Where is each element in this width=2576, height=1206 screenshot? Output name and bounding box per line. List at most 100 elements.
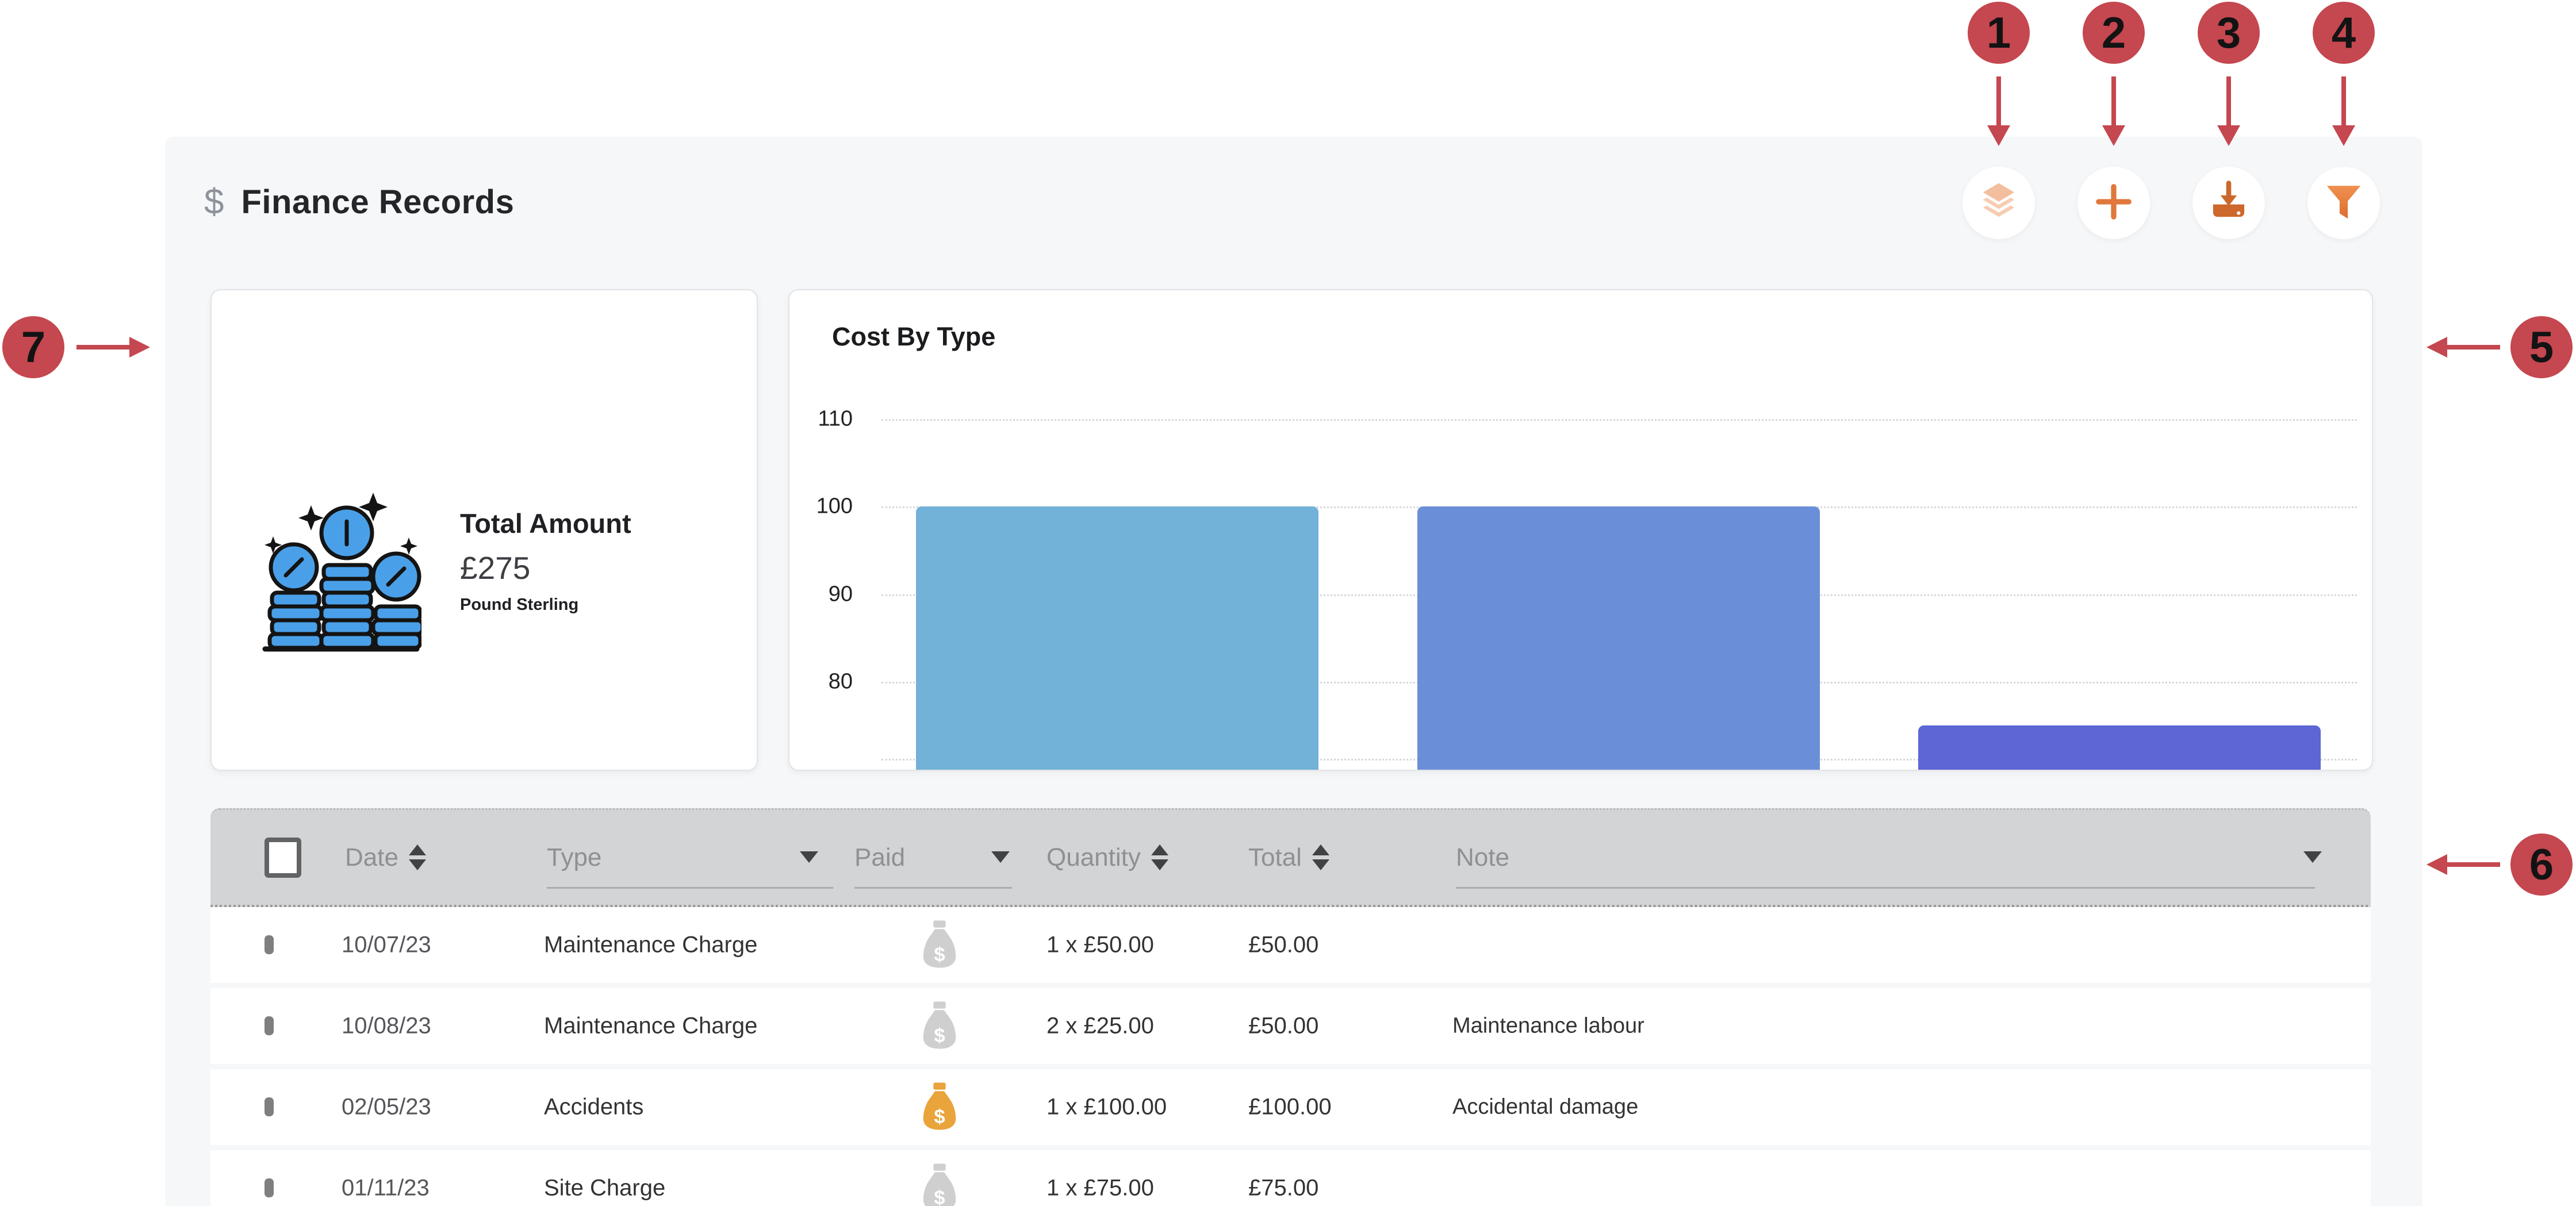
- column-header-date[interactable]: Date: [345, 843, 426, 872]
- y-tick-label: 90: [812, 582, 853, 606]
- column-header-note[interactable]: Note: [1456, 843, 1509, 872]
- table-row[interactable]: 01/11/23 Site Charge $ 1 x £75.00 £75.00: [210, 1150, 2371, 1206]
- annotation-badge-1: 1: [1968, 2, 2030, 64]
- cell-total: £50.00: [1248, 1013, 1318, 1039]
- annotation-badge-3: 3: [2198, 2, 2260, 64]
- table-row[interactable]: 02/05/23 Accidents $ 1 x £100.00 £100.00…: [210, 1069, 2371, 1145]
- add-record-button[interactable]: [2077, 167, 2150, 239]
- sort-icon: [1312, 844, 1329, 870]
- y-tick-label: 80: [812, 670, 853, 694]
- cell-date: 10/08/23: [342, 1013, 431, 1039]
- cell-type: Maintenance Charge: [544, 932, 757, 958]
- type-filter-dropdown-icon[interactable]: [800, 851, 818, 863]
- annotation-badge-6: 6: [2510, 834, 2573, 896]
- cell-total: £50.00: [1248, 932, 1318, 958]
- cell-total: £100.00: [1248, 1094, 1332, 1120]
- note-column-label: Note: [1456, 843, 1509, 872]
- paid-filter-underline: [854, 887, 1012, 889]
- cell-note: Accidental damage: [1452, 1095, 1638, 1120]
- bar-site-charge: [1918, 725, 2321, 770]
- filter-button[interactable]: [2307, 167, 2380, 239]
- plus-icon: [2092, 180, 2135, 226]
- arrow-head-icon: [2426, 337, 2447, 358]
- arrow-head-icon: [2426, 854, 2447, 875]
- checkbox-icon: [264, 1016, 274, 1035]
- arrow-head-icon: [129, 337, 150, 358]
- annotation-badge-2: 2: [2083, 2, 2145, 64]
- table-row[interactable]: 10/07/23 Maintenance Charge $ 1 x £50.00…: [210, 907, 2371, 983]
- layers-icon: [1977, 180, 2020, 226]
- column-header-quantity[interactable]: Quantity: [1046, 843, 1168, 872]
- annotation-arrow-2: [2111, 76, 2116, 127]
- svg-text:$: $: [934, 1106, 945, 1128]
- coin-stacks-icon: [260, 480, 421, 655]
- paid-filter-dropdown-icon[interactable]: [991, 851, 1010, 863]
- arrow-head-icon: [2217, 125, 2240, 146]
- total-amount-label: Total Amount: [460, 508, 631, 539]
- cell-quantity: 2 x £25.00: [1046, 1013, 1154, 1039]
- svg-text:$: $: [934, 944, 945, 966]
- annotation-arrow-7: [76, 345, 129, 349]
- total-amount-card: Total Amount £275 Pound Sterling: [210, 289, 758, 771]
- table-header-row: Date Type Paid Quantity Total Note: [210, 808, 2371, 907]
- cost-by-type-chart: Cost By Type 110 100 90 80: [788, 289, 2373, 771]
- column-header-paid[interactable]: Paid: [854, 843, 905, 872]
- layers-button[interactable]: [1962, 167, 2035, 239]
- date-column-label: Date: [345, 843, 398, 872]
- annotation-arrow-1: [1996, 76, 2001, 127]
- page-title: Finance Records: [241, 183, 514, 221]
- annotation-badge-5: 5: [2510, 316, 2573, 378]
- annotation-arrow-3: [2226, 76, 2231, 127]
- checkbox-icon: [264, 838, 301, 878]
- svg-text:$: $: [934, 1025, 945, 1047]
- column-header-type[interactable]: Type: [547, 843, 601, 872]
- note-filter-underline: [1456, 887, 2315, 889]
- annotation-arrow-4: [2341, 76, 2346, 127]
- bar-maintenance-charge: [916, 506, 1318, 770]
- arrow-head-icon: [1987, 125, 2010, 146]
- cell-type: Maintenance Charge: [544, 1013, 757, 1039]
- cell-total: £75.00: [1248, 1176, 1318, 1201]
- total-amount-value: £275: [460, 550, 631, 586]
- download-icon: [2207, 180, 2250, 226]
- finance-records-page: $ Finance Records: [0, 0, 2576, 1206]
- cell-quantity: 1 x £50.00: [1046, 932, 1154, 958]
- row-checkbox[interactable]: [264, 1102, 274, 1112]
- y-tick-label: 100: [812, 494, 853, 519]
- annotation-badge-7: 7: [2, 316, 64, 378]
- annotation-arrow-5: [2447, 345, 2500, 349]
- cell-date: 01/11/23: [342, 1176, 430, 1201]
- dollar-sign-icon: $: [204, 185, 224, 220]
- money-bag-icon: $: [921, 1082, 958, 1132]
- page-header: $ Finance Records: [204, 183, 514, 221]
- money-bag-icon: $: [921, 920, 958, 970]
- row-checkbox[interactable]: [264, 1183, 274, 1193]
- table-row[interactable]: 10/08/23 Maintenance Charge $ 2 x £25.00…: [210, 988, 2371, 1064]
- note-filter-dropdown-icon[interactable]: [2303, 851, 2322, 863]
- cell-type: Site Charge: [544, 1176, 665, 1201]
- y-tick-label: 110: [812, 406, 853, 431]
- cell-note: Maintenance labour: [1452, 1014, 1644, 1039]
- filter-icon: [2322, 180, 2365, 226]
- finance-table: Date Type Paid Quantity Total Note: [210, 808, 2371, 1206]
- type-filter-underline: [547, 887, 833, 889]
- chart-title: Cost By Type: [832, 322, 995, 352]
- sort-icon: [409, 844, 426, 870]
- quantity-column-label: Quantity: [1046, 843, 1141, 872]
- annotation-badge-4: 4: [2313, 2, 2375, 64]
- cell-quantity: 1 x £75.00: [1046, 1176, 1154, 1201]
- column-header-total[interactable]: Total: [1248, 843, 1329, 872]
- paid-column-label: Paid: [854, 843, 905, 872]
- currency-label: Pound Sterling: [460, 596, 631, 614]
- money-bag-icon: $: [921, 1163, 958, 1206]
- svg-text:$: $: [934, 1187, 945, 1206]
- select-all-checkbox[interactable]: [264, 838, 301, 878]
- bar-accidents: [1417, 506, 1820, 770]
- cell-type: Accidents: [544, 1094, 643, 1120]
- checkbox-icon: [264, 1178, 274, 1197]
- total-column-label: Total: [1248, 843, 1302, 872]
- type-column-label: Type: [547, 843, 601, 872]
- row-checkbox[interactable]: [264, 1021, 274, 1031]
- row-checkbox[interactable]: [264, 940, 274, 950]
- download-button[interactable]: [2192, 167, 2265, 239]
